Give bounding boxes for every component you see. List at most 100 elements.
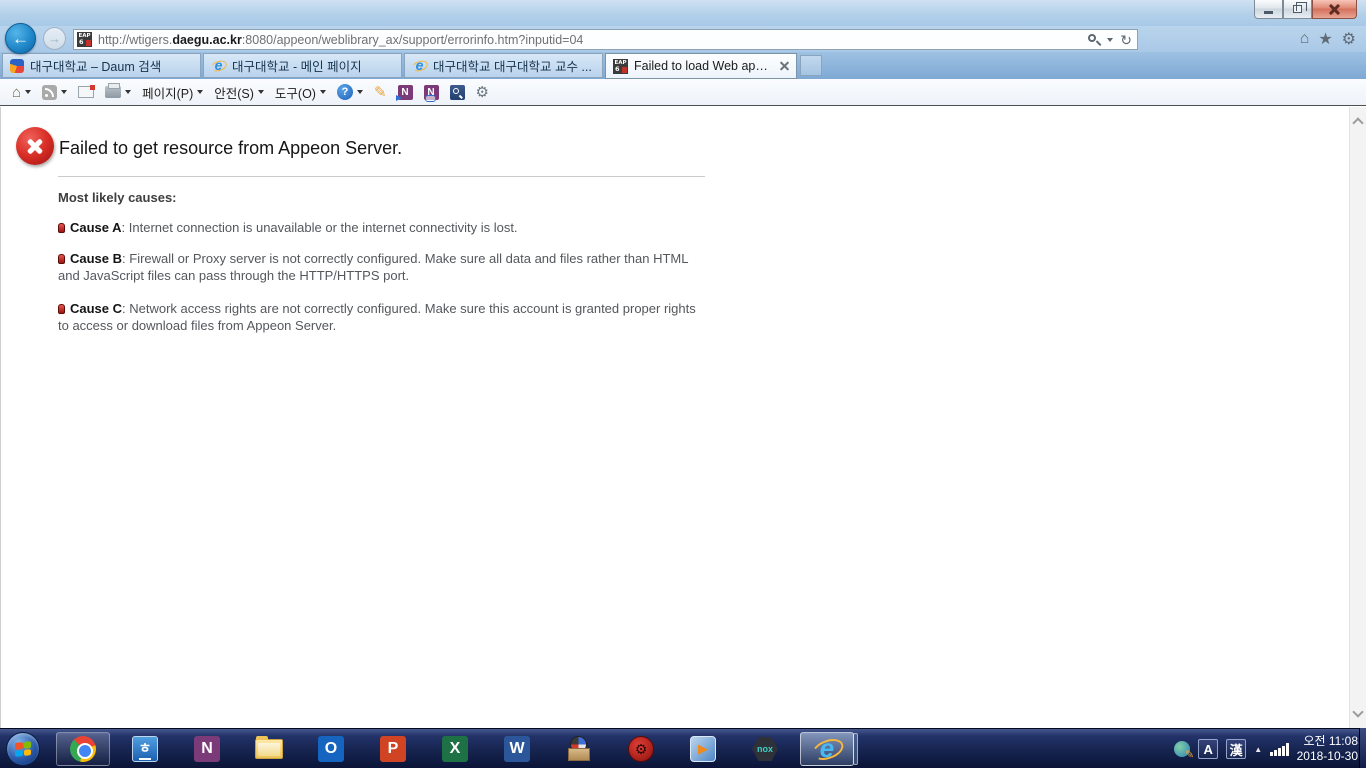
tray-date: 2018-10-30 — [1297, 749, 1358, 764]
tab-failed-to-load-active[interactable]: EAP 6 Failed to load Web applicat... — [605, 53, 797, 79]
red-bullet-icon — [58, 304, 65, 314]
tray-time: 오전 11:08 — [1297, 734, 1358, 749]
taskbar-excel-button[interactable]: X — [424, 729, 486, 768]
tab-close-icon[interactable] — [780, 62, 789, 71]
tab-title: 대구대학교 - 메인 페이지 — [232, 56, 362, 75]
page-menu[interactable]: 페이지(P) — [142, 83, 203, 102]
scroll-down-icon[interactable] — [1352, 706, 1363, 717]
refresh-icon[interactable]: ↻ — [1120, 33, 1132, 47]
divider — [58, 176, 705, 177]
search-dropdown-caret[interactable] — [1107, 38, 1113, 42]
word-icon: W — [504, 736, 530, 762]
show-desktop-button[interactable] — [1359, 728, 1366, 768]
ime-mode-indicator[interactable]: A — [1198, 739, 1218, 759]
feeds-button[interactable] — [42, 85, 67, 100]
command-bar: ⌂ 페이지(P) 안전(S) 도구(O) ? — [0, 79, 1366, 106]
taskbar-word-button[interactable]: W — [486, 729, 548, 768]
taskbar-box-app-button[interactable] — [548, 729, 610, 768]
powerpoint-icon: P — [380, 736, 406, 762]
home-icon[interactable]: ⌂ — [1300, 30, 1310, 48]
internet-explorer-icon: e — [813, 736, 841, 762]
research-magnifier-icon — [450, 85, 465, 100]
site-favicon: EAP 6 — [77, 32, 92, 47]
tab-main-page[interactable]: e 대구대학교 - 메인 페이지 — [203, 53, 402, 78]
tab-bar: 대구대학교 – Daum 검색 e 대구대학교 - 메인 페이지 e 대구대학교… — [0, 52, 1366, 79]
address-bar-tools: ↻ — [1087, 33, 1134, 47]
hwp-icon: ㅎ — [132, 736, 158, 762]
start-button[interactable] — [6, 732, 40, 766]
browser-navigation-bar: ← → EAP 6 http://wtigers.daegu.ac.kr:808… — [0, 26, 1366, 52]
chevron-down-icon — [197, 90, 203, 94]
help-menu[interactable]: ? — [337, 84, 363, 100]
scroll-up-icon[interactable] — [1352, 117, 1363, 128]
forward-button[interactable]: → — [43, 27, 66, 50]
red-bullet-icon — [58, 254, 65, 264]
hanja-key-indicator[interactable]: 漢 — [1226, 739, 1246, 759]
safety-menu[interactable]: 안전(S) — [214, 83, 264, 102]
onenote-icon: N — [194, 736, 220, 762]
page-content: Failed to get resource from Appeon Serve… — [0, 107, 1349, 728]
media-player-play-icon: ▶ — [690, 736, 716, 762]
read-mail-button[interactable] — [78, 86, 94, 98]
red-gear-icon: ⚙ — [628, 736, 654, 762]
nox-icon: nox — [752, 737, 778, 761]
windows-logo-icon — [15, 741, 31, 757]
printer-icon — [105, 86, 121, 98]
search-icon[interactable] — [1087, 33, 1100, 46]
back-button[interactable]: ← — [5, 23, 36, 54]
taskbar-media-player-button[interactable]: ▶ — [672, 729, 734, 768]
onenote-linked-notes-button[interactable]: N — [424, 85, 439, 100]
network-signal-icon[interactable] — [1270, 743, 1289, 756]
address-bar[interactable]: EAP 6 http://wtigers.daegu.ac.kr:8080/ap… — [73, 29, 1138, 50]
tools-menu[interactable]: 도구(O) — [275, 83, 326, 102]
taskbar-hwp-button[interactable]: ㅎ — [114, 729, 176, 768]
url-text[interactable]: http://wtigers.daegu.ac.kr:8080/appeon/w… — [98, 33, 1087, 47]
show-hidden-icons-arrow[interactable]: ▲ — [1254, 745, 1262, 754]
ime-language-icon[interactable] — [1174, 741, 1190, 757]
taskbar: ㅎ N O P X W ⚙ — [0, 728, 1366, 768]
vertical-scrollbar[interactable] — [1349, 107, 1366, 728]
home-icon: ⌂ — [12, 85, 21, 100]
onenote-send-icon: N — [398, 85, 413, 100]
pen-addon-button[interactable]: ✎ — [374, 85, 387, 100]
close-button[interactable] — [1312, 0, 1357, 19]
restore-button[interactable] — [1283, 0, 1312, 19]
tab-title: 대구대학교 대구대학교 교수 ... — [433, 56, 592, 75]
taskbar-nox-button[interactable]: nox — [734, 729, 796, 768]
tray-clock[interactable]: 오전 11:08 2018-10-30 — [1297, 734, 1358, 764]
onenote-linked-notes-icon: N — [424, 85, 439, 100]
taskbar-onenote-button[interactable]: N — [176, 729, 238, 768]
chevron-down-icon — [320, 90, 326, 94]
tab-professor-page[interactable]: e 대구대학교 대구대학교 교수 ... — [404, 53, 603, 78]
addon-settings-button[interactable]: ⚙ — [476, 85, 489, 100]
taskbar-chrome-button[interactable] — [52, 729, 114, 768]
print-button[interactable] — [105, 86, 131, 98]
screen: ← → EAP 6 http://wtigers.daegu.ac.kr:808… — [0, 0, 1366, 768]
outlook-icon: O — [318, 736, 344, 762]
minimize-button[interactable] — [1254, 0, 1283, 19]
taskbar-apps: ㅎ N O P X W ⚙ — [52, 729, 858, 768]
red-bullet-icon — [58, 223, 65, 233]
new-tab-button[interactable] — [800, 55, 822, 76]
research-addon-button[interactable] — [450, 85, 465, 100]
back-arrow-icon: ← — [12, 29, 29, 49]
settings-gear-icon[interactable]: ⚙ — [1342, 29, 1356, 49]
taskbar-driver-booster-button[interactable]: ⚙ — [610, 729, 672, 768]
chrome-icon — [70, 736, 96, 762]
taskbar-explorer-button[interactable] — [238, 729, 300, 768]
rss-feed-icon — [42, 85, 57, 100]
send-to-onenote-button[interactable]: N — [398, 85, 413, 100]
chevron-down-icon — [61, 90, 67, 94]
taskbar-powerpoint-button[interactable]: P — [362, 729, 424, 768]
window-titlebar[interactable] — [0, 0, 1366, 26]
gear-icon: ⚙ — [476, 85, 489, 100]
taskbar-ie-button-active[interactable]: e — [796, 729, 858, 768]
cause-b-text: Cause B: Firewall or Proxy server is not… — [58, 251, 706, 284]
tab-daum-search[interactable]: 대구대학교 – Daum 검색 — [2, 53, 201, 78]
taskbar-outlook-button[interactable]: O — [300, 729, 362, 768]
command-home-button[interactable]: ⌂ — [12, 85, 31, 100]
chevron-down-icon — [25, 90, 31, 94]
system-tray: A 漢 ▲ 오전 11:08 2018-10-30 — [1174, 729, 1358, 768]
favorites-star-icon[interactable]: ★ — [1318, 29, 1332, 49]
daum-favicon — [10, 59, 24, 73]
